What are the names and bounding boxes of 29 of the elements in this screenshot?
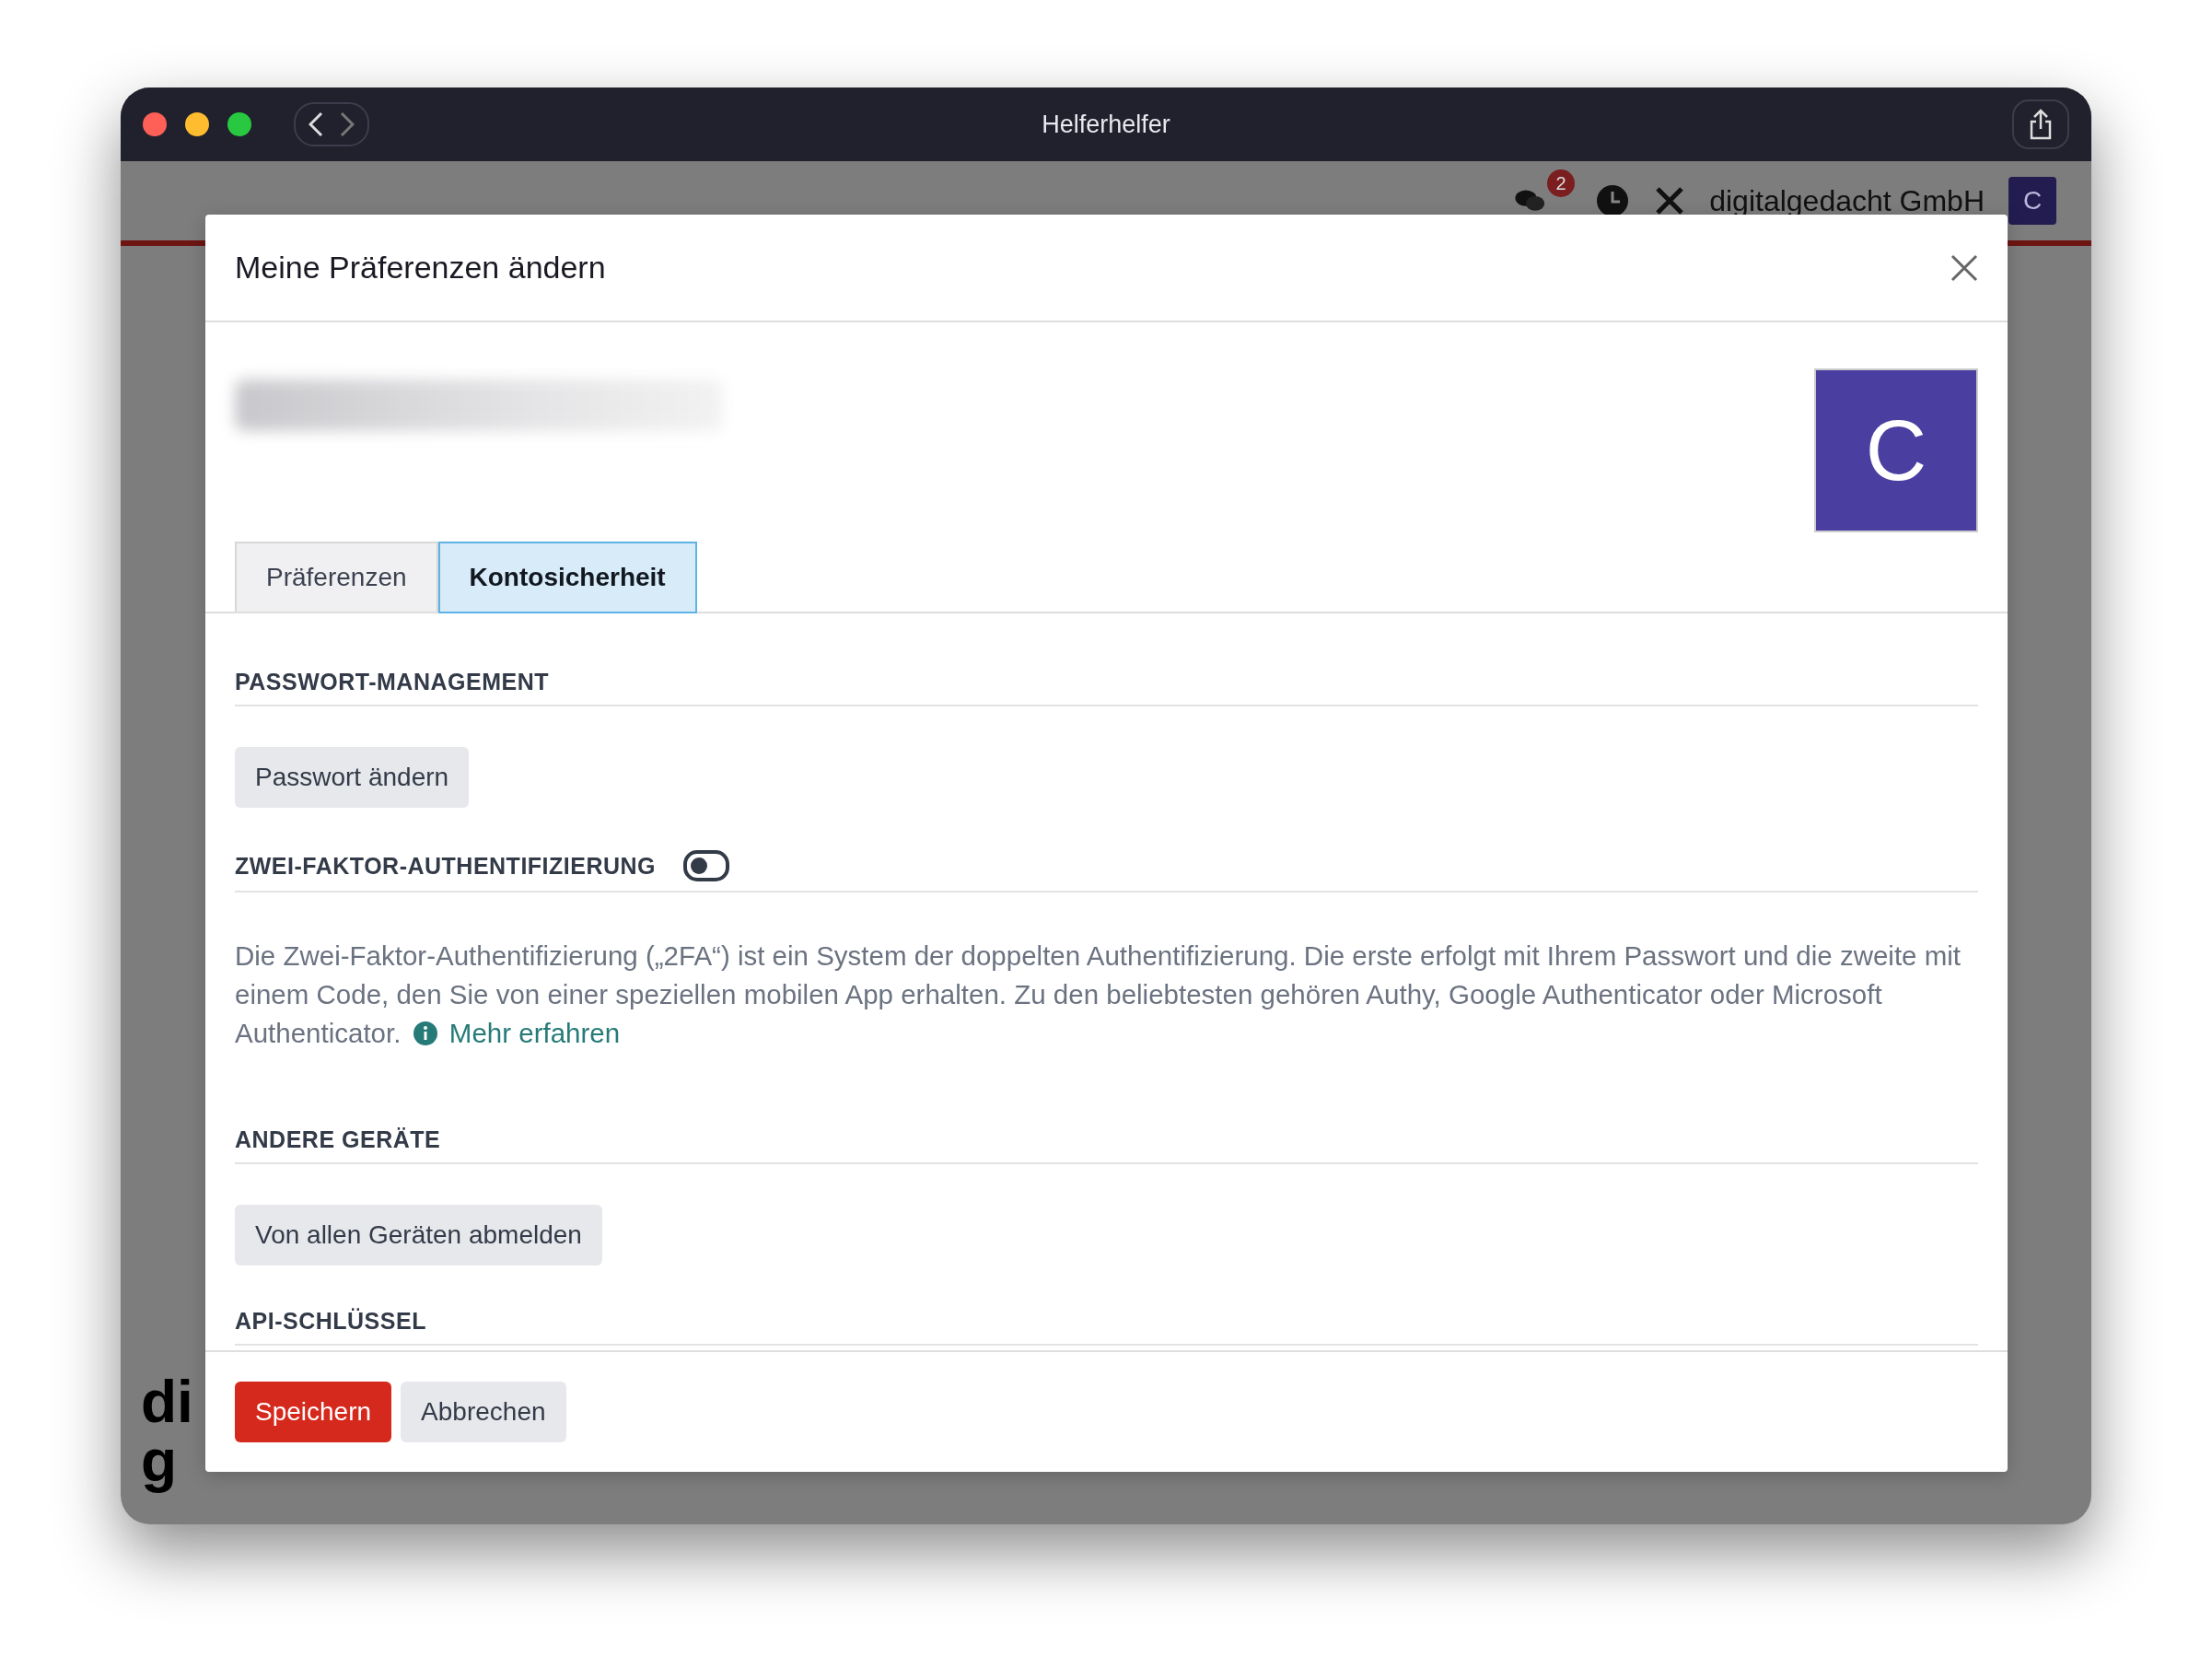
company-name[interactable]: digitalgedacht GmbH [1709,183,1985,218]
description-text: Die Zwei-Faktor-Authentifizierung („2FA“) ist ein System der doppelten Authentifizierung. Die erste erfolgt mit Ihrem Passwort und die zweite mit einem Code, den Sie von einer speziellen mobilen App erhalten. Zu den beliebtesten gehören Authy, Google Authenticator oder Microsoft Authenticator. Mehr erfahren [235,939,1962,1050]
action-button[interactable]: Von allen Geräten abmelden [235,1205,602,1266]
learn-more-link[interactable]: Mehr erfahren [448,1018,621,1048]
notification-badge: 2 [1547,169,1576,197]
tab[interactable]: Kontosicherheit [437,542,697,613]
user-avatar[interactable]: C [2008,177,2056,225]
back-icon[interactable] [309,111,323,137]
close-icon[interactable] [1950,253,1978,282]
logo-text: di [141,1372,193,1431]
window-title: Helferhelfer [1042,110,1170,138]
forward-icon[interactable] [340,111,355,137]
section-heading: PASSWORT-MANAGEMENT [235,669,549,695]
cancel-button[interactable]: Abbrechen [401,1382,566,1442]
tab[interactable]: Präferenzen [235,542,438,612]
dialog-title: Meine Präferenzen ändern [235,250,606,286]
info-icon [412,1021,438,1046]
section-heading: ANDERE GERÄTE [235,1126,441,1153]
action-button[interactable]: Passwort ändern [235,747,470,808]
save-button[interactable]: Speichern [235,1382,392,1442]
share-icon [2029,109,2053,140]
minimize-window-button[interactable] [185,112,209,136]
zoom-window-button[interactable] [227,112,251,136]
section-heading: API-SCHLÜSSEL [235,1308,426,1335]
share-button[interactable] [2012,99,2069,149]
profile-avatar: C [1814,368,1978,532]
close-window-button[interactable] [143,112,167,136]
section-heading: ZWEI-FAKTOR-AUTHENTIFIZIERUNG [235,852,657,880]
toggle-switch[interactable] [683,850,730,881]
